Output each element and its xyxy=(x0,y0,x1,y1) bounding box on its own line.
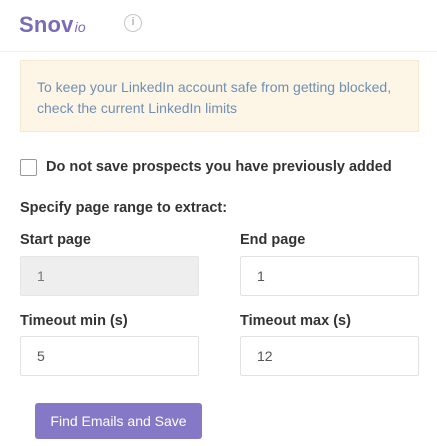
linkedin-limits-notice: To keep your LinkedIn account safe from … xyxy=(20,60,419,132)
header-bar: Snovio i xyxy=(0,0,437,52)
timeout-max-label: Timeout max (s) xyxy=(240,313,351,329)
find-emails-save-button[interactable]: Find Emails and Save xyxy=(35,403,202,439)
timeout-min-input[interactable]: 5 xyxy=(20,336,199,376)
timeout-min-label: Timeout min (s) xyxy=(20,313,128,329)
start-page-label: Start page xyxy=(20,232,91,248)
timeout-max-input[interactable]: 12 xyxy=(240,336,419,376)
logo-suffix: io xyxy=(74,19,86,35)
skip-previous-label[interactable]: Do not save prospects you have previousl… xyxy=(46,159,392,175)
info-circle-icon[interactable]: i xyxy=(124,14,142,32)
end-page-input[interactable]: 1 xyxy=(240,256,419,296)
logo-text: Snov xyxy=(19,12,74,37)
end-page-label: End page xyxy=(240,232,306,248)
page-range-heading: Specify page range to extract: xyxy=(20,200,228,216)
skip-previous-checkbox[interactable] xyxy=(20,158,37,176)
skip-previous-option[interactable]: Do not save prospects you have previousl… xyxy=(20,156,392,178)
start-page-input: 1 xyxy=(20,256,199,296)
snovio-logo: Snovio xyxy=(19,12,86,38)
